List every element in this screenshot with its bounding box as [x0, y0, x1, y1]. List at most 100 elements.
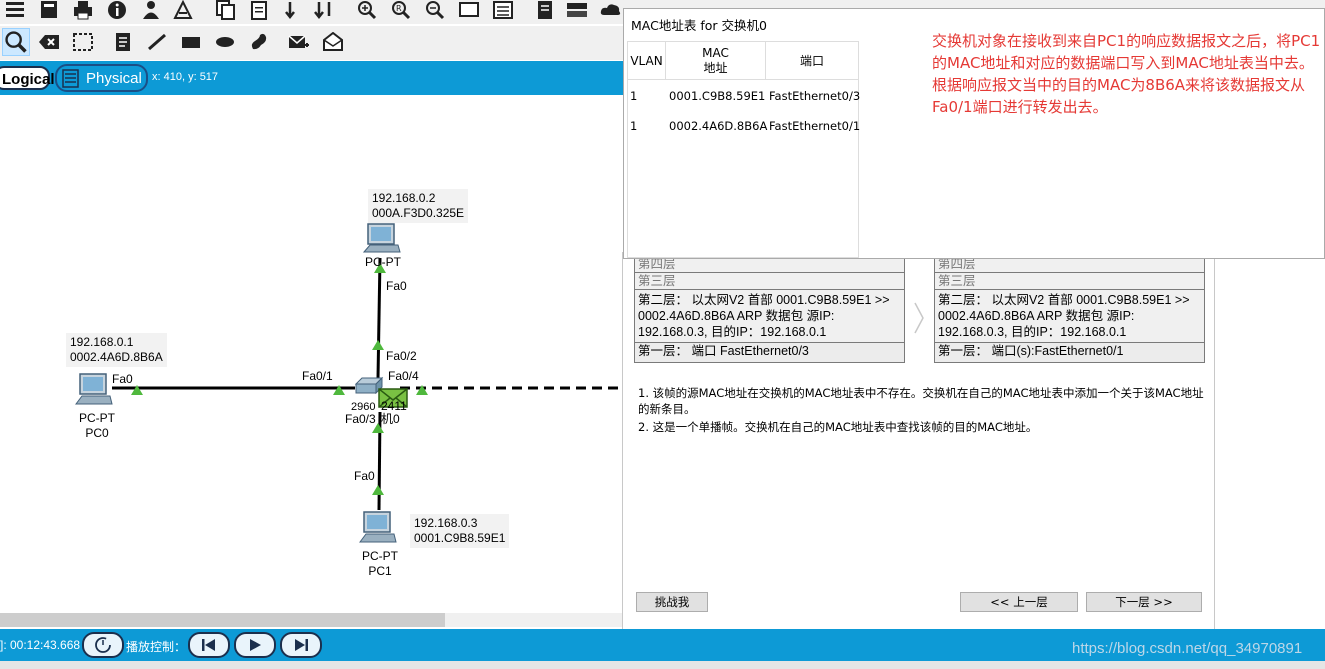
- pc0-address-label: 192.168.0.1 0002.4A6D.8B6A: [66, 333, 167, 367]
- mac-dialog-title: MAC地址表 for 交换机0: [631, 18, 767, 33]
- out-layer3: 第三层: [935, 273, 1204, 290]
- pc1-ip: 192.168.0.3: [414, 516, 478, 530]
- table-cell-port: FastEthernet0/1: [769, 119, 861, 133]
- cloud-icon[interactable]: [600, 0, 622, 20]
- table-cell-mac: 0002.4A6D.8B6A: [669, 119, 768, 133]
- out-layer1: 第一层： 端口(s):FastEthernet0/1: [935, 343, 1204, 362]
- pc0-device-icon[interactable]: [74, 372, 114, 408]
- pc1-address-label: 192.168.0.3 0001.C9B8.59E1: [410, 514, 510, 548]
- tools-toolbar: [0, 26, 625, 60]
- line-icon[interactable]: [146, 32, 168, 52]
- add-pdu-icon[interactable]: [288, 32, 310, 52]
- forward-button[interactable]: [280, 632, 322, 658]
- reset-icon: [95, 637, 111, 653]
- palette-icon[interactable]: [458, 0, 480, 20]
- new-file-icon[interactable]: [38, 0, 60, 20]
- out-layer2: 第二层： 以太网V2 首部 0001.C9B8.59E1 >> 0002.4A6…: [935, 290, 1204, 343]
- column-header-vlan[interactable]: VLAN: [628, 42, 666, 80]
- annotation-line-1: 交换机对象在接收到来自PC1的响应数据报文之后，将PC1的MAC地址和对应的数据…: [932, 32, 1321, 72]
- pc2-mac: 000A.F3D0.325E: [372, 206, 465, 220]
- delete-icon[interactable]: [38, 32, 60, 52]
- link-light: [372, 485, 384, 495]
- list-icon[interactable]: [492, 0, 514, 20]
- in-layers-box: 第四层 第三层 第二层： 以太网V2 首部 0001.C9B8.59E1 >> …: [634, 255, 905, 363]
- switch-port-fa03: Fa0/3: [345, 412, 376, 426]
- table-cell-port: FastEthernet0/3: [769, 89, 861, 103]
- menu-icon[interactable]: [4, 0, 26, 20]
- copy-icon[interactable]: [214, 0, 236, 20]
- column-header-mac[interactable]: MAC 地址: [666, 42, 766, 80]
- pc2-type-label: PC-PT: [365, 255, 401, 269]
- tab-logical[interactable]: Logical: [0, 66, 55, 90]
- network-icon[interactable]: [566, 0, 588, 20]
- switch-port-fa02: Fa0/2: [386, 349, 417, 363]
- drawing-icon[interactable]: [172, 0, 194, 20]
- annotation-line-2: 根据响应报文当中的目的MAC为8B6A来将该数据报文从Fa0/1端口进行转发出去…: [932, 76, 1306, 116]
- column-header-port[interactable]: 端口: [766, 42, 859, 80]
- reset-time-button[interactable]: [82, 632, 124, 658]
- play-button[interactable]: [234, 632, 276, 658]
- pc1-name-label: PC1: [368, 564, 392, 578]
- info-icon[interactable]: [106, 0, 128, 20]
- scrollbar-thumb[interactable]: [0, 613, 445, 627]
- note-icon[interactable]: [112, 32, 134, 52]
- redo-icon[interactable]: [314, 0, 336, 20]
- pc0-port-label: Fa0: [112, 372, 133, 386]
- tab-physical[interactable]: Physical: [55, 64, 148, 92]
- pc0-name-label: PC0: [85, 426, 109, 440]
- switch-port-fa01: Fa0/1: [302, 369, 333, 383]
- step-back-icon: [202, 639, 215, 651]
- ellipse-icon[interactable]: [214, 32, 236, 52]
- switch-name-label: 2411 机0: [381, 399, 407, 426]
- pc2-address-label: 192.168.0.2 000A.F3D0.325E: [368, 189, 469, 223]
- undo-icon[interactable]: [282, 0, 304, 20]
- simulation-timer: ]: 00:12:43.668: [0, 638, 81, 652]
- pc1-mac: 0001.C9B8.59E1: [414, 531, 506, 545]
- playback-control-label: 播放控制：: [126, 640, 187, 654]
- user-icon[interactable]: [140, 0, 162, 20]
- mac-address-table: VLAN MAC 地址 端口 1 0001.C9B8.59E1 FastEthe…: [627, 41, 861, 258]
- chevron-right-icon: [912, 300, 926, 336]
- in-layer1: 第一层： 端口 FastEthernet0/3: [635, 343, 904, 362]
- pdu-description-1: 1. 该帧的源MAC地址在交换机的MAC地址表中不存在。交换机在自己的MAC地址…: [638, 386, 1204, 416]
- zoom-in-icon[interactable]: [356, 0, 378, 20]
- in-layer2: 第二层： 以太网V2 首部 0001.C9B8.59E1 >> 0002.4A6…: [635, 290, 904, 343]
- play-icon: [250, 639, 261, 651]
- pc0-mac: 0002.4A6D.8B6A: [70, 350, 163, 364]
- paste-icon[interactable]: [248, 0, 270, 20]
- watermark: https://blog.csdn.net/qq_34970891: [1072, 640, 1303, 657]
- pc0-type-label: PC-PT: [79, 411, 115, 425]
- out-layers-box: 第四层 第三层 第二层： 以太网V2 首部 0001.C9B8.59E1 >> …: [934, 255, 1205, 363]
- step-forward-icon: [295, 639, 308, 651]
- printer-icon[interactable]: [72, 0, 94, 20]
- pdu-description-2: 2. 这是一个单播帧。交换机在自己的MAC地址表中查找该帧的目的MAC地址。: [638, 420, 1038, 434]
- table-cell-mac: 0001.C9B8.59E1: [669, 89, 766, 103]
- pc0-ip: 192.168.0.1: [70, 335, 134, 349]
- in-layer3: 第三层: [635, 273, 904, 290]
- pc1-port-label: Fa0: [354, 469, 375, 483]
- freeform-icon[interactable]: [248, 32, 270, 52]
- next-layer-button[interactable]: 下一层 >>: [1086, 592, 1202, 612]
- challenge-me-button[interactable]: 挑战我: [636, 592, 708, 612]
- pc2-device-icon[interactable]: [362, 222, 402, 256]
- red-annotation: 交换机对象在接收到来自PC1的响应数据报文之后，将PC1的MAC地址和对应的数据…: [932, 30, 1322, 118]
- zoom-reset-icon[interactable]: R: [390, 0, 412, 20]
- prev-layer-button[interactable]: << 上一层: [960, 592, 1078, 612]
- link-light: [372, 340, 384, 350]
- pc2-ip: 192.168.0.2: [372, 191, 436, 205]
- back-button[interactable]: [188, 632, 230, 658]
- add-complex-pdu-icon[interactable]: [322, 32, 344, 52]
- bottom-panel-strip: [0, 661, 1325, 669]
- svg-text:R: R: [396, 4, 402, 13]
- pc1-device-icon[interactable]: [358, 510, 398, 546]
- physical-view-icon: [62, 69, 79, 88]
- cursor-coordinates: x: 410, y: 517: [152, 71, 219, 83]
- tab-physical-label: Physical: [86, 70, 142, 87]
- switch-port-fa04: Fa0/4: [388, 369, 419, 383]
- zoom-out-icon[interactable]: [424, 0, 446, 20]
- rectangle-icon[interactable]: [180, 32, 202, 52]
- notes-icon[interactable]: [534, 0, 556, 20]
- resize-icon[interactable]: [72, 32, 94, 52]
- select-icon[interactable]: [2, 28, 30, 56]
- pc1-type-label: PC-PT: [362, 549, 398, 563]
